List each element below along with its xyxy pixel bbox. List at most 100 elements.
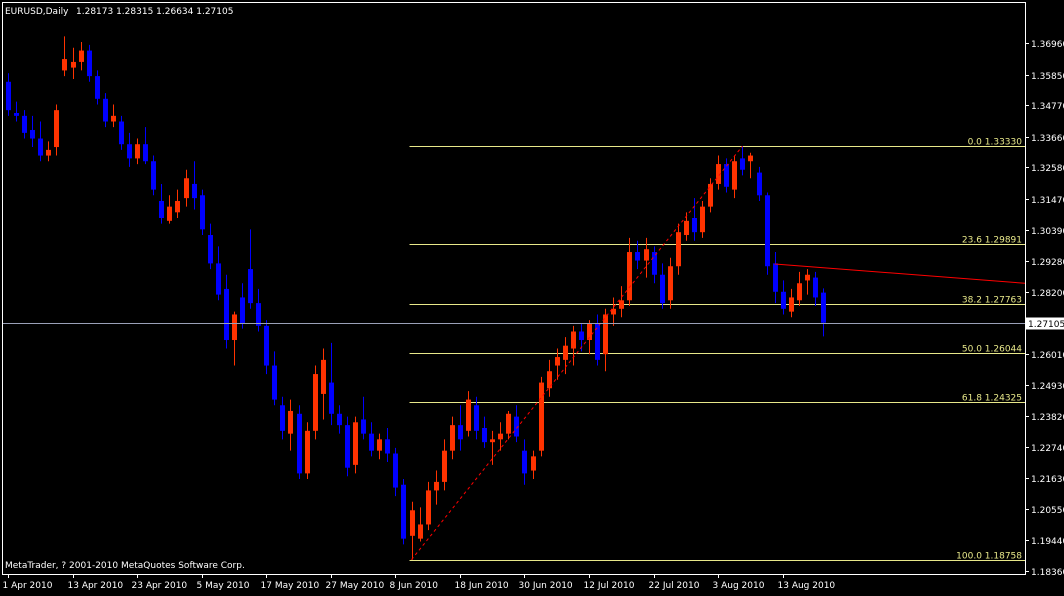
chart-window[interactable]: 0.0 1.33330 23.6 1.29891 38.2 1.27763 50.0 … xyxy=(0,0,1064,592)
candle-body xyxy=(79,50,84,62)
candle-body xyxy=(490,439,495,443)
candle-body xyxy=(652,252,657,275)
fib-level-label: 23.6 1.29891 xyxy=(962,236,1022,246)
candle-body xyxy=(700,206,705,233)
time-tick-label: 13 Aug 2010 xyxy=(778,581,836,591)
time-tick-label: 12 Jul 2010 xyxy=(584,581,635,591)
candle-body xyxy=(434,481,439,491)
candle-body xyxy=(450,425,455,451)
candle-body xyxy=(272,365,277,400)
candle-body xyxy=(482,427,487,443)
candle-body xyxy=(418,524,423,539)
candle-body xyxy=(111,115,116,122)
candle-body xyxy=(184,178,189,199)
candle-body xyxy=(458,425,463,440)
candle-body xyxy=(329,382,334,414)
candle-body xyxy=(595,322,600,360)
candle-body xyxy=(724,164,729,187)
candle-body xyxy=(280,405,285,431)
candle-body xyxy=(264,325,269,366)
time-tick-label: 18 Jun 2010 xyxy=(455,581,509,591)
candle-body xyxy=(288,410,293,434)
candle-body xyxy=(676,232,681,267)
candle-body xyxy=(813,277,818,298)
candle-body xyxy=(353,422,358,465)
candle-body xyxy=(522,450,527,474)
time-tick-label: 5 May 2010 xyxy=(197,581,250,591)
candle-body xyxy=(498,433,503,440)
candle-body xyxy=(224,288,229,341)
candle-body xyxy=(539,382,544,451)
candle-body xyxy=(337,413,342,426)
candle-body xyxy=(579,331,584,341)
fib-level-label: 50.0 1.26044 xyxy=(962,345,1022,355)
candle-body xyxy=(684,220,689,236)
price-tick-label: 1.30390 xyxy=(1031,227,1064,237)
candle-body xyxy=(474,405,479,431)
candle-body xyxy=(167,206,172,221)
candle-body xyxy=(119,121,124,145)
candle-body xyxy=(668,266,673,301)
time-tick-label: 13 Apr 2010 xyxy=(68,581,124,591)
candle-body xyxy=(531,456,536,471)
price-tick-label: 1.35850 xyxy=(1031,72,1064,82)
fib-level-label: 38.2 1.27763 xyxy=(962,296,1022,306)
candle-body xyxy=(159,200,164,218)
candle-body xyxy=(393,453,398,488)
fib-level-label: 61.8 1.24325 xyxy=(962,394,1022,404)
ohlc-values: 1.28173 1.28315 1.26634 1.27105 xyxy=(76,7,233,17)
candle-body xyxy=(603,314,608,355)
candle-body xyxy=(135,144,140,159)
time-tick-label: 23 Apr 2010 xyxy=(132,581,188,591)
candle-body xyxy=(797,283,802,301)
candle-body xyxy=(256,303,261,326)
copyright-text: MetaTrader, ? 2001-2010 MetaQuotes Softw… xyxy=(5,561,245,571)
candle-body xyxy=(103,98,108,122)
price-tick-label: 1.34770 xyxy=(1031,102,1064,112)
price-tick-label: 1.23820 xyxy=(1031,413,1064,423)
candle-body xyxy=(200,195,205,230)
candle-body xyxy=(151,161,156,190)
price-tick-label: 1.24930 xyxy=(1031,382,1064,392)
price-chart[interactable]: 0.0 1.33330 23.6 1.29891 38.2 1.27763 50.0 … xyxy=(0,0,1064,592)
candle-body xyxy=(321,359,326,394)
candle-body xyxy=(789,297,794,312)
time-tick-label: 3 Aug 2010 xyxy=(713,581,765,591)
candle-body xyxy=(821,292,826,323)
candle-body xyxy=(410,510,415,536)
candle-body xyxy=(563,345,568,360)
candle-body xyxy=(38,138,43,156)
price-tick-label: 1.36960 xyxy=(1031,40,1064,50)
candle-body xyxy=(708,183,713,207)
candle-body xyxy=(143,144,148,162)
candle-body xyxy=(401,484,406,539)
candle-body xyxy=(54,110,59,148)
candle-body xyxy=(644,249,649,261)
candle-body xyxy=(740,158,745,170)
time-tick-label: 27 May 2010 xyxy=(326,581,385,591)
candle-body xyxy=(732,161,737,190)
price-tick-label: 1.20550 xyxy=(1031,506,1064,516)
price-tick-label: 1.29280 xyxy=(1031,258,1064,268)
candle-body xyxy=(361,419,366,434)
candle-body xyxy=(765,195,770,267)
candle-body xyxy=(385,439,390,454)
candle-body xyxy=(46,149,51,156)
candle-body xyxy=(313,374,318,431)
candle-body xyxy=(71,61,76,68)
price-tick-label: 1.28200 xyxy=(1031,289,1064,299)
time-tick-label: 8 Jun 2010 xyxy=(390,581,439,591)
candle-body xyxy=(442,450,447,482)
time-tick-label: 17 May 2010 xyxy=(261,581,320,591)
candle-body xyxy=(22,115,27,133)
fib-level-label: 0.0 1.33330 xyxy=(968,138,1023,148)
time-tick-label: 1 Apr 2010 xyxy=(3,581,53,591)
candle-body xyxy=(192,183,197,199)
candle-body xyxy=(692,217,697,233)
candle-body xyxy=(248,269,253,304)
time-tick-label: 22 Jul 2010 xyxy=(649,581,700,591)
candle-body xyxy=(30,130,35,139)
price-tick-label: 1.33660 xyxy=(1031,134,1064,144)
candle-body xyxy=(506,413,511,434)
price-tick-label: 1.21630 xyxy=(1031,475,1064,485)
